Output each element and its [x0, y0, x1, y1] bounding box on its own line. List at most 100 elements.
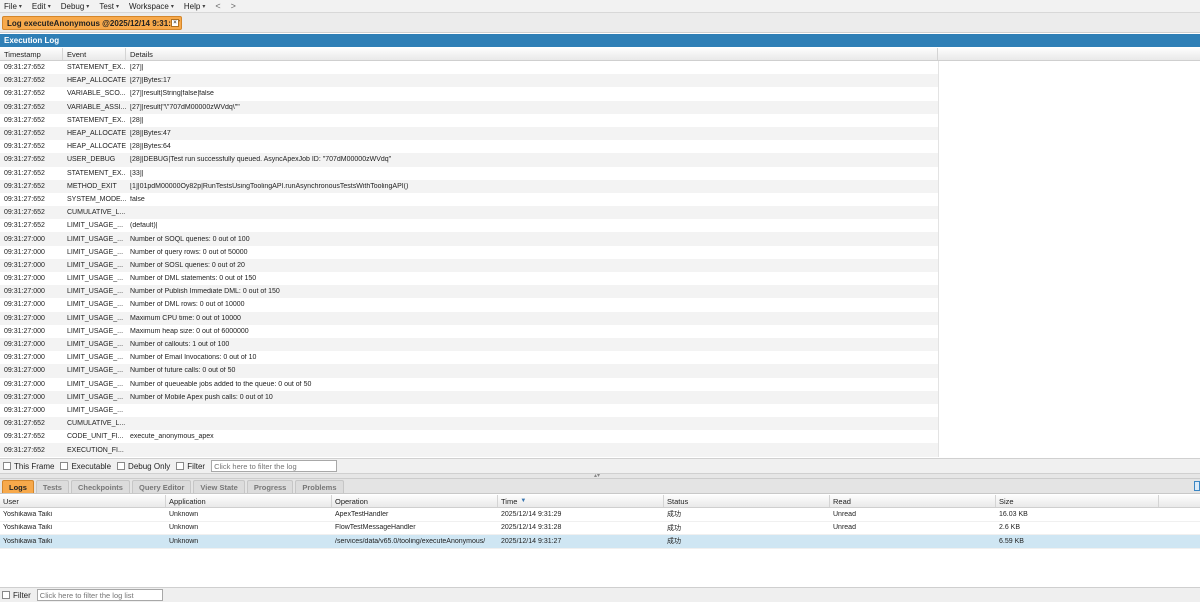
log-row[interactable]: 09:31:27:000 LIMIT_USAGE_... Number of SOS… — [0, 258, 938, 272]
log-row[interactable]: 09:31:27:652 CUMULATIVE_L... — [0, 417, 938, 431]
column-header-size[interactable]: Size — [996, 495, 1159, 507]
log-row[interactable]: 09:31:27:000 LIMIT_USAGE_... Number of Ema… — [0, 351, 938, 364]
log-row[interactable]: 09:31:27:652 HEAP_ALLOCATE [27]|Bytes:17 — [0, 74, 938, 88]
log-cell-details: Maximum heap size: 0 out of 6000000 — [130, 327, 249, 335]
log-cell-event: SYSTEM_MODE... — [67, 195, 126, 203]
tab-tests[interactable]: Tests — [35, 480, 69, 493]
menu-test[interactable]: Test ▾ — [99, 2, 119, 11]
column-header-event[interactable]: Event — [63, 48, 126, 60]
chevron-down-icon: ▾ — [202, 3, 206, 10]
panel-toggle-button[interactable] — [1194, 481, 1200, 491]
menu-workspace[interactable]: Workspace ▾ — [129, 2, 174, 11]
log-row[interactable]: 09:31:27:000 LIMIT_USAGE_... Number of Mob… — [0, 390, 938, 404]
log-cell-details: Number of SOSL queries: 0 out of 20 — [130, 261, 245, 269]
menu-bar: File ▾ Edit ▾ Debug ▾ Test ▾ Workspace ▾ Help… — [0, 0, 1200, 13]
log-cell-details: [27]|result|"\"707dM00000zWVdq\"" — [130, 103, 240, 111]
logs-row[interactable]: Yoshikawa Taiki Unknown/services/data/v65… — [0, 535, 1200, 549]
menu-file[interactable]: File ▾ — [4, 2, 22, 11]
log-row[interactable]: 09:31:27:652 STATEMENT_EX... [33]| — [0, 167, 938, 180]
log-cell-event: HEAP_ALLOCATE — [67, 77, 126, 85]
log-cell-event: VARIABLE_ASSI... — [67, 103, 126, 111]
log-row[interactable]: 09:31:27:000 LIMIT_USAGE_... Number of cal… — [0, 337, 938, 352]
filter-checkbox[interactable] — [176, 462, 185, 470]
nav-back-button[interactable]: < — [215, 1, 220, 11]
column-header-timestamp[interactable]: Timestamp — [0, 48, 63, 60]
tab-query-editor[interactable]: Query Editor — [131, 480, 192, 493]
column-header-details[interactable]: Details — [126, 48, 938, 60]
column-header-user[interactable]: User — [0, 495, 166, 507]
logs-row[interactable]: Yoshikawa Taiki Unknown FlowTestMessageHan… — [0, 522, 1200, 535]
log-row[interactable]: 09:31:27:652 HEAP_ALLOCATE [28]|Bytes:47 — [0, 126, 938, 141]
log-cell-timestamp: 09:31:27:652 — [4, 130, 45, 138]
executable-checkbox[interactable] — [60, 462, 69, 470]
log-row[interactable]: 09:31:27:000 LIMIT_USAGE_... Number of fut… — [0, 364, 938, 378]
log-row[interactable]: 09:31:27:652 SYSTEM_MODE... false — [0, 193, 938, 206]
log-cell-details: Number of future calls: 0 out of 50 — [130, 367, 236, 375]
log-cell-event: LIMIT_USAGE_... — [67, 301, 124, 309]
log-row[interactable]: 09:31:27:652 STATEMENT_EX... [28]| — [0, 114, 938, 127]
log-row[interactable]: 09:31:27:652 CODE_UNIT_FI... execute_anony… — [0, 430, 938, 443]
log-row[interactable]: 09:31:27:000 LIMIT_USAGE_... Maximum CPU t… — [0, 311, 938, 325]
column-header-read[interactable]: Read — [830, 495, 996, 507]
this-frame-checkbox[interactable] — [3, 462, 11, 470]
log-row[interactable]: 09:31:27:000 LIMIT_USAGE_... Number of Pub… — [0, 285, 938, 299]
log-row[interactable]: 09:31:27:652 USER_DEBUG [28]|DEBUG|Test ru… — [0, 153, 938, 167]
log-list-filter-bar: Filter — [0, 587, 1200, 602]
tab-checkpoints[interactable]: Checkpoints — [70, 480, 130, 493]
nav-forward-button[interactable]: > — [231, 1, 236, 11]
log-cell-event: LIMIT_USAGE_... — [67, 288, 124, 296]
log-row[interactable]: 09:31:27:652 LIMIT_USAGE_... (default)| — [0, 219, 938, 232]
log-cell-timestamp: 09:31:27:652 — [4, 90, 45, 98]
log-row[interactable]: 09:31:27:000 LIMIT_USAGE_... Number of DML… — [0, 272, 938, 285]
log-list-filter-checkbox[interactable] — [2, 591, 10, 599]
tab-logs[interactable]: Logs — [2, 480, 34, 493]
log-cell-timestamp: 09:31:27:000 — [4, 380, 45, 388]
log-cell-event: METHOD_EXIT — [67, 182, 117, 190]
log-cell-details: [28]|DEBUG|Test run successfully queued.… — [130, 156, 392, 164]
log-row[interactable]: 09:31:27:652 METHOD_EXIT [1]|01pdM00000Oy8… — [0, 179, 938, 193]
logs-cell-time: 2025/12/14 9:31:27 — [501, 537, 562, 545]
column-header-status[interactable]: Status — [664, 495, 830, 507]
column-header-time[interactable]: Time ▼ — [498, 495, 664, 507]
log-cell-event: STATEMENT_EX... — [67, 116, 126, 124]
log-row[interactable]: 09:31:27:652 STATEMENT_EX... [27]| — [0, 61, 938, 74]
menu-debug[interactable]: Debug ▾ — [61, 2, 90, 11]
log-row[interactable]: 09:31:27:652 CUMULATIVE_L... — [0, 206, 938, 220]
log-row[interactable]: 09:31:27:000 LIMIT_USAGE_... Number of DML… — [0, 298, 938, 311]
logs-row[interactable]: Yoshikawa Taiki Unknown ApexTestHandler 202… — [0, 508, 1200, 522]
log-row[interactable]: 09:31:27:652 EXECUTION_FI... — [0, 443, 938, 457]
log-row[interactable]: 09:31:27:000 LIMIT_USAGE_... Number of que… — [0, 378, 938, 391]
log-row[interactable]: 09:31:27:000 LIMIT_USAGE_... Number of SOQ… — [0, 232, 938, 246]
log-cell-details: Number of DML rows: 0 out of 10000 — [130, 301, 245, 309]
log-row[interactable]: 09:31:27:652 VARIABLE_SCO... [27]|result|S… — [0, 87, 938, 100]
log-row[interactable]: 09:31:27:652 HEAP_ALLOCATE [28]|Bytes:64 — [0, 140, 938, 153]
log-cell-timestamp: 09:31:27:652 — [4, 433, 45, 441]
column-header-operation[interactable]: Operation — [332, 495, 498, 507]
log-row[interactable]: 09:31:27:652 VARIABLE_ASSI... [27]|result|… — [0, 100, 938, 114]
menu-edit[interactable]: Edit ▾ — [32, 2, 51, 11]
tab-problems[interactable]: Problems — [295, 480, 344, 493]
log-cell-event: CODE_UNIT_FI... — [67, 433, 124, 441]
log-row[interactable]: 09:31:27:000 LIMIT_USAGE_... — [0, 404, 938, 417]
logs-cell-application: Unknown — [169, 537, 199, 545]
tab-view-state[interactable]: View State — [193, 480, 245, 493]
log-row[interactable]: 09:31:27:000 LIMIT_USAGE_... Number of que… — [0, 246, 938, 259]
menu-help[interactable]: Help ▾ — [184, 2, 205, 11]
log-list-filter-input[interactable] — [36, 589, 163, 601]
debug-only-checkbox[interactable] — [117, 462, 126, 470]
log-cell-timestamp: 09:31:27:652 — [4, 446, 45, 454]
column-header-application[interactable]: Application — [166, 495, 332, 507]
tab-progress[interactable]: Progress — [246, 480, 294, 493]
log-filter-input[interactable] — [211, 460, 338, 472]
logs-cell-size: 16.03 KB — [999, 510, 1028, 518]
logs-cell-read: Unread — [833, 524, 856, 532]
log-row[interactable]: 09:31:27:000 LIMIT_USAGE_... Maximum heap … — [0, 325, 938, 338]
tab-log-execute-anonymous[interactable]: Log executeAnonymous @2025/12/14 9:31:27… — [2, 16, 182, 30]
log-cell-details: [27]|result|String|false|false — [130, 90, 214, 98]
log-cell-event: HEAP_ALLOCATE — [67, 130, 126, 138]
log-cell-event: LIMIT_USAGE_... — [67, 222, 124, 230]
close-icon[interactable]: × — [171, 19, 179, 27]
logs-table: Yoshikawa Taiki Unknown ApexTestHandler 202… — [0, 508, 1200, 549]
log-cell-event: LIMIT_USAGE_... — [67, 327, 124, 335]
log-cell-details: [27]|Bytes:17 — [130, 77, 171, 85]
